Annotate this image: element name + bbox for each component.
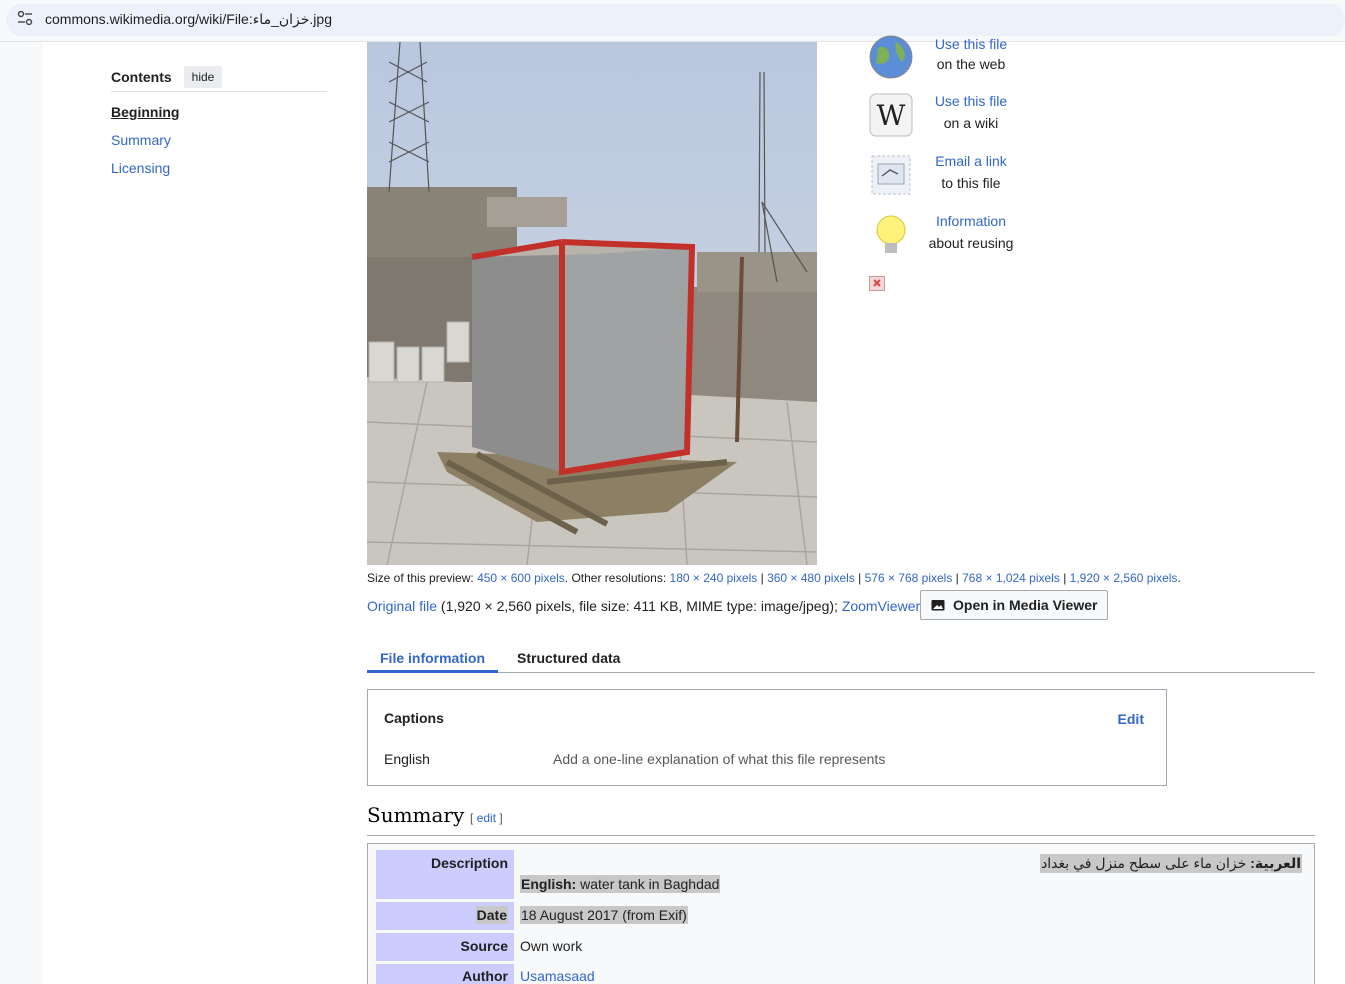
site-settings-icon[interactable] — [17, 11, 33, 25]
source-value: Own work — [520, 938, 583, 954]
file-tabs: File information Structured data — [367, 645, 1315, 673]
tab-file-information[interactable]: File information — [367, 645, 498, 673]
date-value: 18 August 2017 (from Exif) — [520, 906, 688, 924]
email-link-item[interactable]: Email a link to this file — [868, 152, 1038, 202]
open-media-viewer-button[interactable]: Open in Media Viewer — [920, 590, 1108, 620]
information-table: Description العربية: خزان ماء على سطح من… — [367, 843, 1315, 984]
summary-edit-link[interactable]: edit — [477, 811, 496, 825]
globe-icon — [869, 35, 913, 79]
captions-edit-button[interactable]: Edit — [1118, 711, 1144, 727]
wikipedia-icon: W — [869, 93, 913, 137]
toc-title: Contents — [111, 68, 172, 85]
description-label: Description — [376, 850, 514, 899]
toc-header: Contents hide — [111, 65, 327, 92]
description-english: English: water tank in Baghdad — [520, 875, 721, 893]
caption-placeholder[interactable]: Add a one-line explanation of what this … — [553, 751, 885, 767]
original-file-line: Original file (1,920 × 2,560 pixels, fil… — [367, 598, 920, 614]
toc-item-summary[interactable]: Summary — [111, 132, 327, 150]
original-file-details: (1,920 × 2,560 pixels, file size: 411 KB… — [440, 598, 838, 614]
other-resolutions-label: . Other resolutions: — [564, 571, 667, 585]
caption-language: English — [384, 751, 430, 767]
reuse-info-text: about reusing — [928, 235, 1014, 251]
resolution-link[interactable]: 360 × 480 pixels — [767, 571, 855, 585]
use-on-web-link[interactable]: Use this file — [926, 36, 1016, 52]
use-on-web-item[interactable]: Use this file on the web — [868, 35, 1038, 92]
source-label: Source — [376, 933, 514, 961]
captions-box: Captions Edit English Add a one-line exp… — [367, 689, 1167, 786]
page-gutter — [0, 42, 43, 984]
toc-item-beginning[interactable]: Beginning — [111, 104, 327, 122]
reuse-info-link[interactable]: Information — [926, 213, 1016, 229]
reuse-info-item[interactable]: Information about reusing — [868, 212, 1038, 262]
author-link[interactable]: Usamasaad — [520, 968, 595, 984]
resolution-link[interactable]: 180 × 240 pixels — [670, 571, 758, 585]
original-file-link[interactable]: Original file — [367, 598, 437, 614]
broken-image-icon — [869, 276, 885, 291]
email-link-link[interactable]: Email a link — [926, 153, 1016, 169]
envelope-icon — [871, 155, 911, 195]
file-preview-image[interactable] — [367, 42, 817, 565]
summary-edit: [ edit ] — [470, 811, 503, 825]
lightbulb-icon — [876, 215, 906, 253]
use-on-wiki-item[interactable]: W Use this file on a wiki — [868, 92, 1038, 142]
use-on-wiki-link[interactable]: Use this file — [926, 93, 1016, 109]
tab-structured-data[interactable]: Structured data — [517, 645, 620, 673]
zoomviewer-link[interactable]: ZoomViewer — [842, 598, 920, 614]
date-label: Date — [376, 902, 514, 930]
description-arabic: العربية: خزان ماء على سطح منزل في بغداد — [1040, 854, 1302, 873]
use-on-wiki-text: on a wiki — [943, 115, 999, 131]
captions-heading: Captions — [384, 710, 444, 726]
table-of-contents: Contents hide Beginning Summary Licensin… — [111, 65, 327, 178]
preview-size-label: Size of this preview: — [367, 571, 474, 585]
open-media-viewer-label: Open in Media Viewer — [953, 597, 1098, 613]
toc-hide-button[interactable]: hide — [183, 65, 223, 88]
preview-size-link[interactable]: 450 × 600 pixels — [477, 571, 565, 585]
summary-title: Summary — [367, 803, 465, 827]
resolution-line: Size of this preview: 450 × 600 pixels. … — [367, 571, 1181, 585]
url-text[interactable]: commons.wikimedia.org/wiki/File:خزان_ماء… — [45, 11, 332, 28]
resolution-link[interactable]: 1,920 × 2,560 pixels — [1070, 571, 1178, 585]
summary-section-heading: Summary [ edit ] — [367, 803, 1315, 836]
svg-text:W: W — [877, 99, 906, 132]
author-label: Author — [376, 964, 514, 984]
toc-item-licensing[interactable]: Licensing — [111, 160, 327, 178]
image-icon — [931, 600, 945, 611]
resolution-link[interactable]: 768 × 1,024 pixels — [962, 571, 1060, 585]
browser-address-bar: commons.wikimedia.org/wiki/File:خزان_ماء… — [0, 0, 1345, 42]
resolution-link[interactable]: 576 × 768 pixels — [865, 571, 953, 585]
use-on-web-text: on the web — [936, 56, 1006, 72]
email-link-text: to this file — [941, 175, 1001, 191]
